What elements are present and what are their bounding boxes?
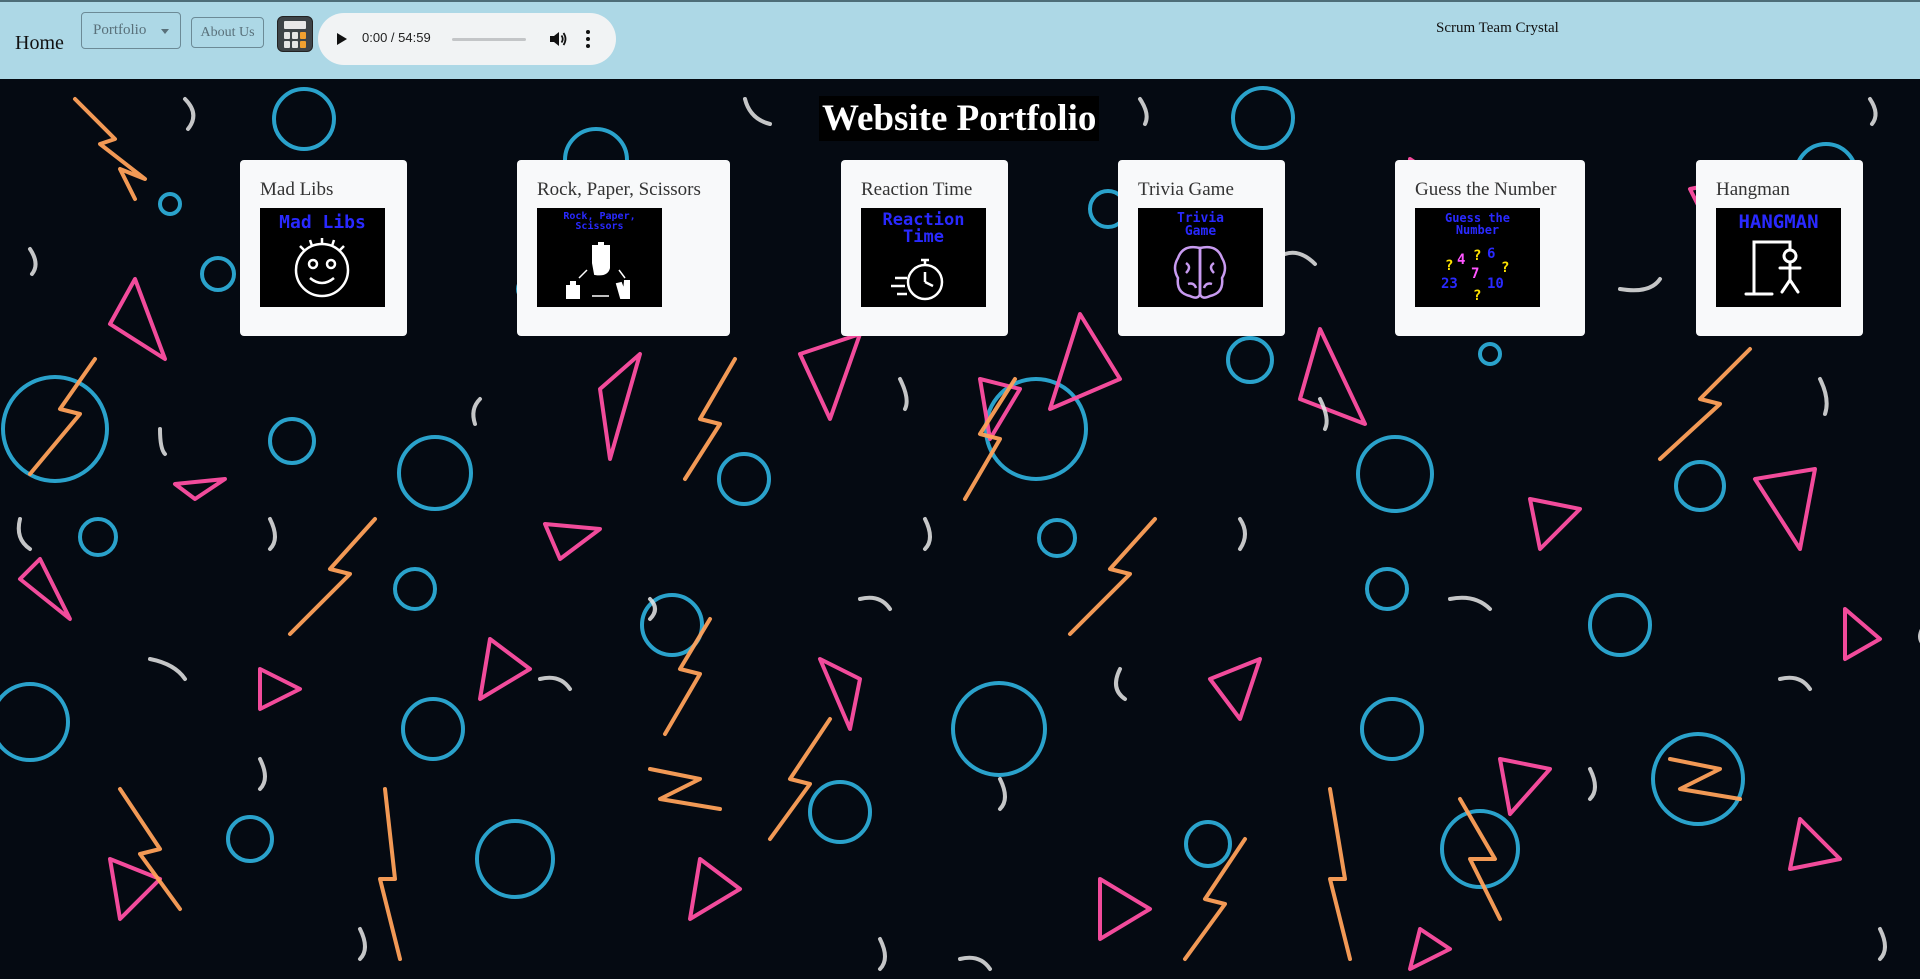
svg-text:6: 6 <box>1487 246 1495 262</box>
svg-text:7: 7 <box>1471 266 1479 282</box>
trivia-game-thumbnail[interactable]: Trivia Game <box>1138 208 1263 307</box>
portfolio-label: Portfolio <box>93 22 147 38</box>
volume-icon[interactable] <box>549 31 567 47</box>
svg-text:10: 10 <box>1487 276 1504 292</box>
calculator-icon[interactable] <box>277 16 313 52</box>
svg-text:4: 4 <box>1457 252 1465 268</box>
play-icon[interactable] <box>337 33 347 45</box>
card-title: Guess the Number <box>1415 179 1557 200</box>
card-mad-libs[interactable]: Mad Libs Mad Libs <box>240 160 407 336</box>
svg-text:?: ? <box>1473 248 1481 264</box>
stopwatch-icon <box>891 258 944 301</box>
svg-text:?: ? <box>1501 260 1509 276</box>
card-title: Mad Libs <box>260 179 334 200</box>
audio-seek-bar[interactable] <box>452 38 526 41</box>
more-options-icon[interactable] <box>586 30 590 48</box>
numbers-icon: ? 4? 6?7 23 10? <box>1441 246 1509 304</box>
caret-down-icon <box>161 29 169 34</box>
audio-player: 0:00 / 54:59 <box>318 13 616 65</box>
top-navbar: Home Portfolio About Us 0:00 / 54:59 Scr… <box>0 0 1920 79</box>
card-reaction-time[interactable]: Reaction Time Reaction Time <box>841 160 1008 336</box>
svg-text:?: ? <box>1473 288 1481 304</box>
card-title: Reaction Time <box>861 179 973 200</box>
card-guess-the-number[interactable]: Guess the Number Guess the Number ? 4? 6?… <box>1395 160 1585 336</box>
nav-home-link[interactable]: Home <box>15 32 64 55</box>
card-title: Rock, Paper, Scissors <box>537 179 701 200</box>
hand-gestures-icon <box>566 242 630 299</box>
hangman-thumbnail[interactable]: HANGMAN <box>1716 208 1841 307</box>
reaction-time-thumbnail[interactable]: Reaction Time <box>861 208 986 307</box>
team-name: Scrum Team Crystal <box>1436 20 1559 36</box>
rock-paper-scissors-thumbnail[interactable]: Rock, Paper, Scissors <box>537 208 662 307</box>
mad-libs-thumbnail[interactable]: Mad Libs <box>260 208 385 307</box>
brain-icon <box>1173 245 1227 299</box>
card-trivia-game[interactable]: Trivia Game Trivia Game <box>1118 160 1285 336</box>
svg-text:23: 23 <box>1441 276 1458 292</box>
page-title: Website Portfolio <box>819 96 1100 141</box>
card-title: Trivia Game <box>1138 179 1234 200</box>
guess-the-number-thumbnail[interactable]: Guess the Number ? 4? 6? 7 23 10? <box>1415 208 1540 307</box>
card-title: Hangman <box>1716 179 1790 200</box>
gallows-icon <box>1744 240 1802 296</box>
card-hangman[interactable]: Hangman HANGMAN <box>1696 160 1863 336</box>
smiley-face-icon <box>294 238 350 298</box>
about-us-button[interactable]: About Us <box>191 17 264 48</box>
portfolio-dropdown-button[interactable]: Portfolio <box>81 12 181 49</box>
audio-time: 0:00 / 54:59 <box>362 30 431 45</box>
card-rock-paper-scissors[interactable]: Rock, Paper, Scissors Rock, Paper, Sciss… <box>517 160 730 336</box>
svg-text:?: ? <box>1445 258 1453 274</box>
